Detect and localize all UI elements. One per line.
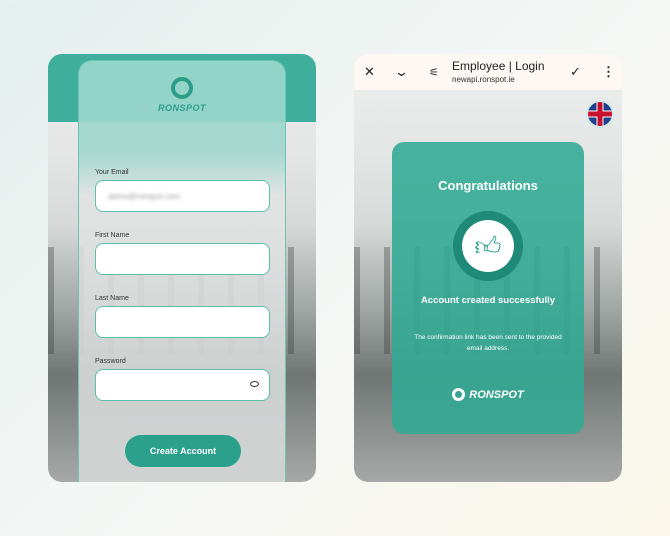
more-options-icon[interactable]: ⋮ bbox=[602, 64, 615, 80]
last-name-label: Last Name bbox=[95, 295, 129, 302]
check-icon[interactable]: ✓ bbox=[570, 64, 581, 80]
success-dialog: Congratulations 👍︎ Account created succe… bbox=[392, 142, 584, 434]
email-value: demo@ronspot.com bbox=[108, 191, 181, 201]
ronspot-logo: RONSPOT bbox=[79, 77, 285, 113]
ronspot-logo: RONSPOT bbox=[392, 388, 584, 401]
eye-icon[interactable] bbox=[250, 381, 259, 387]
chevron-down-icon[interactable]: ⌄ bbox=[394, 64, 409, 80]
logo-text: RONSPOT bbox=[157, 103, 206, 113]
thumbs-up-icon: 👍︎ bbox=[462, 220, 514, 272]
logo-icon bbox=[452, 388, 466, 401]
last-name-field[interactable] bbox=[95, 306, 270, 338]
password-field[interactable] bbox=[95, 369, 270, 401]
close-icon[interactable]: ✕ bbox=[364, 64, 375, 80]
email-label: Your Email bbox=[95, 169, 129, 176]
success-message: The confirmation link has been sent to t… bbox=[414, 334, 562, 352]
first-name-label: First Name bbox=[95, 232, 130, 239]
page-url: newapi.ronspot.ie bbox=[452, 75, 515, 84]
logo-icon bbox=[171, 77, 193, 99]
signup-form: RONSPOT Your Email demo@ronspot.com Firs… bbox=[78, 60, 286, 482]
create-account-button[interactable]: Create Account bbox=[125, 435, 241, 467]
signup-screen: RONSPOT Your Email demo@ronspot.com Firs… bbox=[48, 54, 316, 482]
browser-bar: ✕ ⌄ ⚟ Employee | Login newapi.ronspot.ie… bbox=[354, 54, 622, 90]
uk-flag-icon[interactable] bbox=[586, 100, 614, 128]
page-settings-icon[interactable]: ⚟ bbox=[429, 66, 439, 79]
password-label: Password bbox=[95, 358, 126, 365]
email-field[interactable]: demo@ronspot.com bbox=[95, 180, 270, 212]
background-card: RONSPOT Your Email demo@ronspot.com Firs… bbox=[0, 0, 670, 536]
success-title: Congratulations bbox=[438, 178, 538, 193]
success-subtitle: Account created successfully bbox=[420, 295, 556, 306]
logo-text: RONSPOT bbox=[469, 388, 524, 401]
success-screen: ✕ ⌄ ⚟ Employee | Login newapi.ronspot.ie… bbox=[354, 54, 622, 482]
first-name-field[interactable] bbox=[95, 243, 270, 275]
page-title: Employee | Login bbox=[452, 59, 545, 73]
thumbs-up-badge: 👍︎ bbox=[453, 211, 523, 281]
